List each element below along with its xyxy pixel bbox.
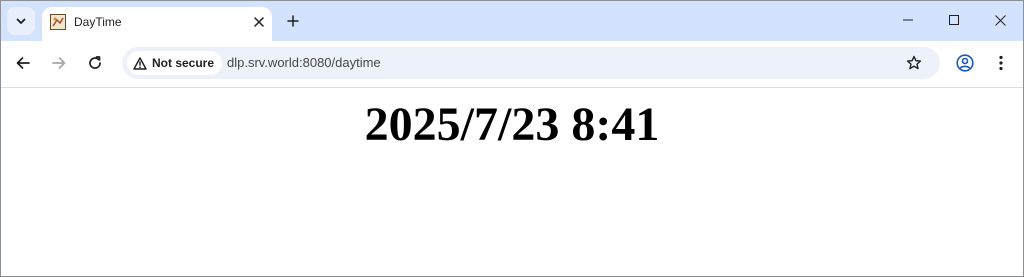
plus-icon [287, 15, 299, 27]
tab-title: DayTime [74, 15, 122, 29]
security-label: Not secure [152, 56, 215, 70]
new-tab-button[interactable] [281, 9, 305, 33]
minimize-button[interactable] [885, 1, 931, 39]
kebab-menu-icon [999, 55, 1003, 71]
address-bar[interactable]: Not secure dlp.srv.world:8080/daytime [122, 47, 940, 79]
maximize-button[interactable] [931, 1, 977, 39]
tab-daytime[interactable]: DayTime [42, 7, 272, 41]
forward-arrow-icon [52, 57, 66, 69]
page-content: 2025/7/23 8:41 [1, 88, 1023, 276]
tab-search-button[interactable] [7, 7, 35, 35]
profile-icon [956, 54, 974, 72]
url-text[interactable]: dlp.srv.world:8080/daytime [227, 55, 381, 71]
browser-menu-button[interactable] [988, 50, 1014, 76]
reload-icon [89, 56, 101, 69]
close-icon [254, 17, 264, 27]
tab-strip: DayTime [1, 1, 1023, 41]
warning-triangle-icon [133, 56, 147, 70]
browser-window: DayTime Not secure dlp.srv.world:8080/da… [0, 0, 1024, 277]
star-icon [906, 55, 922, 70]
close-icon [994, 14, 1006, 26]
back-button[interactable] [8, 48, 38, 78]
security-indicator[interactable]: Not secure [127, 51, 223, 75]
minimize-icon [903, 19, 913, 21]
reload-button[interactable] [80, 48, 110, 78]
bookmark-button[interactable] [902, 51, 926, 75]
page-favicon [50, 14, 66, 30]
back-arrow-icon [16, 57, 30, 69]
profile-button[interactable] [952, 50, 978, 76]
daytime-heading: 2025/7/23 8:41 [364, 98, 660, 151]
tab-close-button[interactable] [248, 11, 270, 33]
chevron-down-icon [16, 18, 26, 24]
maximize-icon [949, 15, 959, 25]
browser-toolbar: Not secure dlp.srv.world:8080/daytime [1, 41, 1023, 88]
close-window-button[interactable] [977, 1, 1023, 39]
forward-button[interactable] [44, 48, 74, 78]
